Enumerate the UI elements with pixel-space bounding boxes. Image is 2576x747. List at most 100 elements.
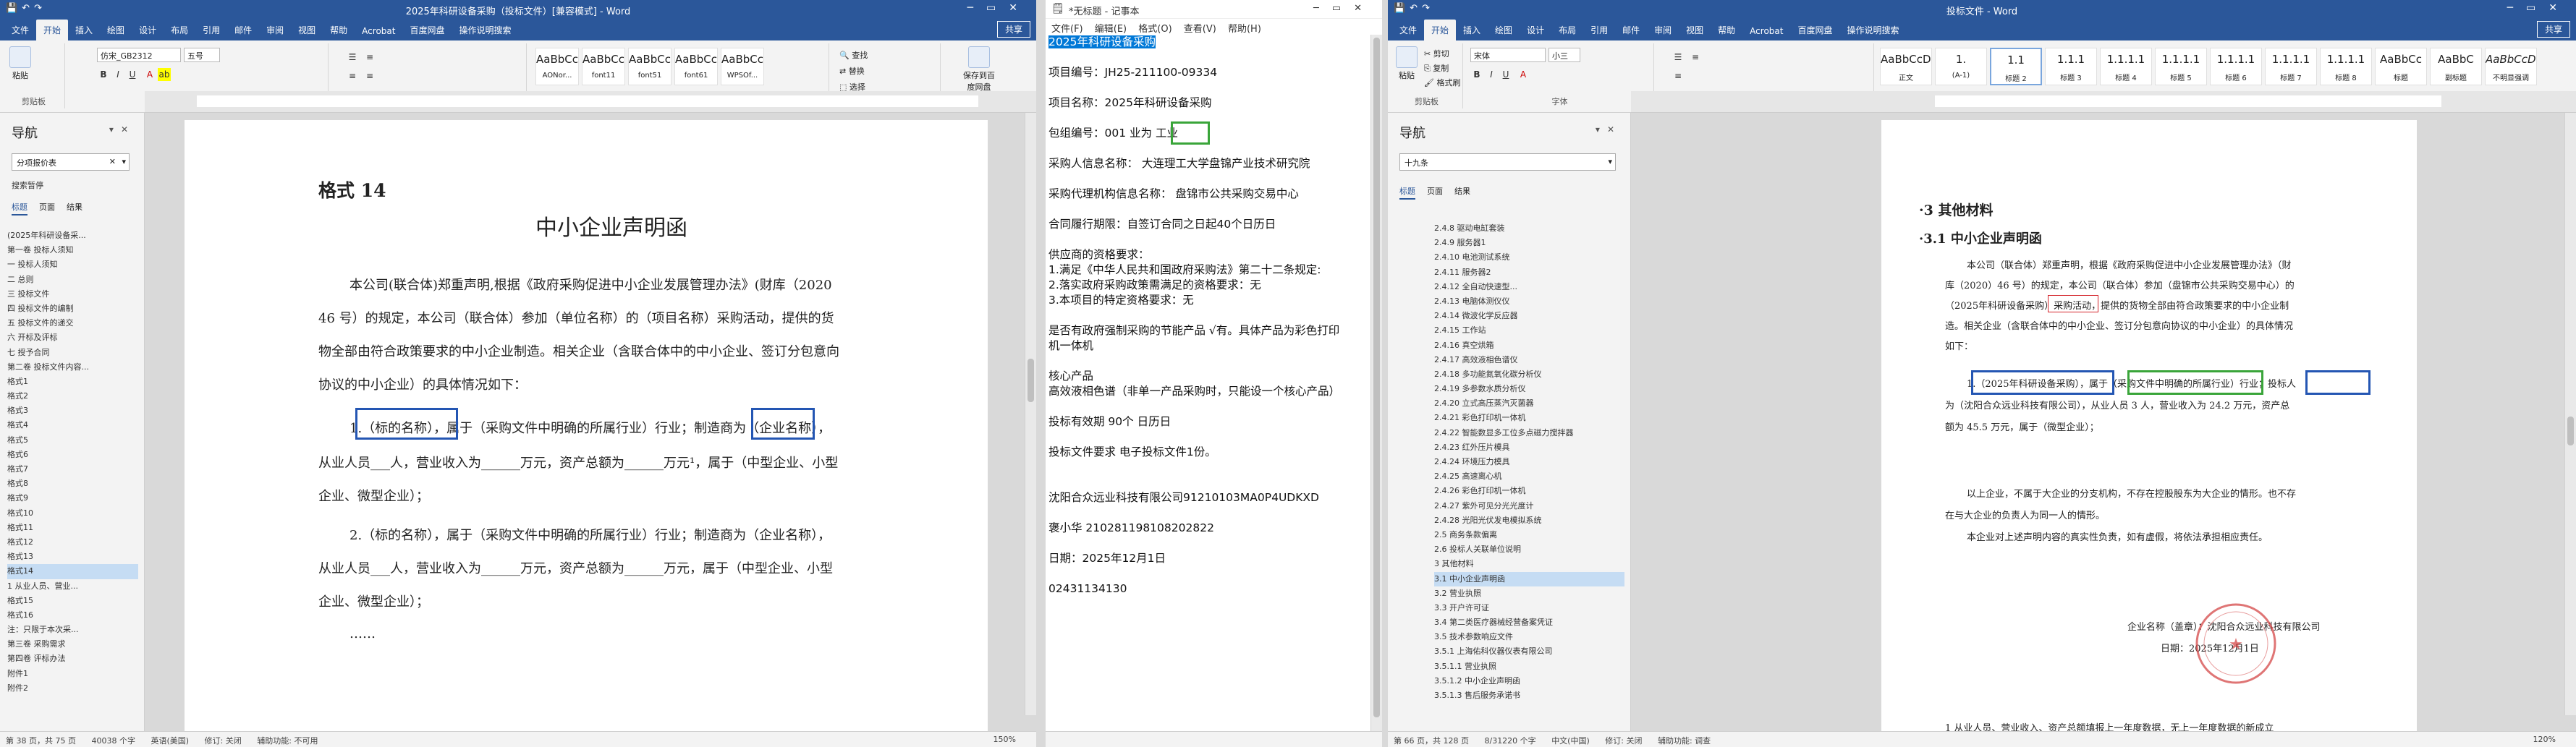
nav-heading-item[interactable]: 格式8 [7, 477, 138, 491]
page-count[interactable]: 第 38 页，共 75 页 [6, 736, 76, 746]
accessibility[interactable]: 辅助功能: 调查 [1658, 736, 1711, 746]
share-button[interactable]: 共享 [996, 21, 1030, 38]
style-item-selected[interactable]: 1.1 标题 2 [1990, 48, 2042, 85]
nav-heading-item[interactable]: 2.4.22 智能数显多工位多点磁力搅拌器 [1434, 426, 1624, 440]
tab-references[interactable]: 引用 [195, 20, 227, 40]
nav-heading-item[interactable]: 格式2 [7, 389, 138, 404]
numbering-button[interactable]: ≡ [363, 51, 376, 64]
nav-heading-item[interactable]: 格式3 [7, 404, 138, 418]
underline-button[interactable]: U [126, 68, 139, 81]
bullets-button[interactable]: ☰ [1672, 51, 1685, 64]
nav-heading-item[interactable]: 六 开标及评标 [7, 330, 138, 345]
tab-help[interactable]: 帮助 [323, 20, 355, 40]
nav-heading-item[interactable]: 3.5.1 上海佑科仪器仪表有限公司 [1434, 644, 1624, 659]
nav-search-input[interactable]: 分项报价表 ✕ ▾ [12, 153, 130, 171]
style-item[interactable]: 1.1.1.1 标题 4 [2100, 48, 2152, 85]
nav-heading-item[interactable]: 格式12 [7, 535, 138, 550]
nav-heading-item[interactable]: 格式7 [7, 462, 138, 477]
menu-file[interactable]: 文件(F) [1051, 24, 1083, 35]
tab-references[interactable]: 引用 [1583, 20, 1615, 40]
highlight-button[interactable]: ab [158, 68, 171, 81]
chevron-down-icon[interactable]: ▾ [122, 157, 126, 166]
word-count[interactable]: 8/31220 个字 [1484, 736, 1535, 746]
window-controls[interactable]: ─▭✕ [967, 2, 1030, 14]
tab-file[interactable]: 文件 [1392, 20, 1424, 40]
nav-heading-item[interactable]: 2.4.8 驱动电缸套装 [1434, 221, 1624, 236]
nav-tab-headings[interactable]: 标题 [1399, 185, 1415, 200]
zoom-level[interactable]: 120% [2533, 735, 2556, 744]
tab-review[interactable]: 审阅 [259, 20, 291, 40]
style-item[interactable]: AaBbCcDdfont11 [582, 48, 625, 85]
track-changes[interactable]: 修订: 关闭 [1605, 736, 1642, 746]
underline-button[interactable]: U [1499, 68, 1512, 81]
horizontal-ruler[interactable] [1631, 91, 2576, 113]
nav-heading-item[interactable]: 2.4.21 彩色打印机一体机 [1434, 411, 1624, 425]
bullets-button[interactable]: ☰ [346, 51, 359, 64]
menu-format[interactable]: 格式(O) [1138, 24, 1172, 35]
nav-heading-item[interactable]: 2.5 商务条款偏离 [1434, 528, 1624, 542]
tab-draw[interactable]: 绘图 [100, 20, 132, 40]
nav-heading-item[interactable]: (2025年科研设备采... [7, 229, 138, 243]
nav-heading-item[interactable]: 格式9 [7, 491, 138, 505]
style-item[interactable]: 1.1.1.1 标题 5 [2155, 48, 2207, 85]
tab-baidu[interactable]: 百度网盘 [402, 20, 452, 40]
nav-heading-item[interactable]: 四 投标文件的编制 [7, 302, 138, 316]
nav-pane-controls[interactable]: ▾✕ [109, 124, 135, 135]
menu-help[interactable]: 帮助(H) [1228, 24, 1261, 35]
nav-heading-item-selected[interactable]: 格式14 [7, 564, 138, 579]
tab-insert[interactable]: 插入 [1456, 20, 1488, 40]
font-color-button[interactable]: A [1517, 68, 1530, 81]
replace-button[interactable]: ⇄ 替换 [839, 65, 865, 77]
nav-heading-item[interactable]: 3.2 营业执照 [1434, 586, 1624, 601]
nav-heading-item[interactable]: 3.5 技术参数响应文件 [1434, 630, 1624, 644]
cut-button[interactable]: ✂ 剪切 [1424, 48, 1449, 59]
tab-layout[interactable]: 布局 [164, 20, 195, 40]
format-painter-button[interactable]: 🖌 格式刷 [1424, 77, 1460, 88]
bold-button[interactable]: B [1470, 68, 1483, 81]
nav-heading-item[interactable]: 五 投标文件的递交 [7, 316, 138, 330]
document-page[interactable]: 格式 14 中小企业声明函 本公司(联合体)郑重声明,根据《政府采购促进中小企业… [185, 120, 988, 731]
font-name-select[interactable]: 宋体 [1470, 48, 1546, 62]
style-item[interactable]: AaBbCcDd正文 [1880, 48, 1932, 85]
paste-button[interactable]: 粘贴 [6, 46, 35, 81]
style-item[interactable]: 1.1.1.1 标题 6 [2210, 48, 2262, 85]
nav-heading-item[interactable]: 第一卷 投标人须知 [7, 243, 138, 257]
nav-heading-item-selected[interactable]: 3.1 中小企业声明函 [1434, 571, 1624, 586]
word-count[interactable]: 40038 个字 [91, 736, 135, 746]
nav-heading-item[interactable]: 2.4.25 高速离心机 [1434, 469, 1624, 484]
nav-heading-item[interactable]: 三 投标文件 [7, 287, 138, 302]
track-changes[interactable]: 修订: 关闭 [205, 736, 242, 746]
tab-review[interactable]: 审阅 [1647, 20, 1679, 40]
tab-design[interactable]: 设计 [132, 20, 164, 40]
tab-help[interactable]: 帮助 [1711, 20, 1742, 40]
copy-button[interactable]: ⎘ 复制 [1424, 62, 1449, 74]
style-item[interactable]: AaBbC 副标题 [2430, 48, 2482, 85]
tab-view[interactable]: 视图 [1679, 20, 1711, 40]
nav-heading-item[interactable]: 二 总则 [7, 273, 138, 287]
nav-heading-item[interactable]: 格式6 [7, 448, 138, 462]
align-center-button[interactable]: ≡ [363, 69, 376, 82]
window-controls[interactable]: ─▭✕ [1313, 3, 1375, 14]
share-button[interactable]: 共享 [2536, 21, 2570, 38]
nav-heading-item[interactable]: 2.4.20 立式高压蒸汽灭菌器 [1434, 396, 1624, 411]
nav-heading-item[interactable]: 格式5 [7, 433, 138, 448]
language[interactable]: 英语(美国) [151, 736, 189, 746]
nav-heading-item[interactable]: 2.4.24 环境压力模具 [1434, 455, 1624, 469]
horizontal-ruler[interactable] [145, 91, 1036, 113]
tab-home[interactable]: 开始 [1424, 20, 1457, 40]
nav-search-input[interactable]: 十九条 ▾ [1399, 153, 1616, 171]
tell-me-search[interactable]: 操作说明搜索 [452, 20, 518, 40]
nav-heading-item[interactable]: 格式13 [7, 550, 138, 564]
nav-heading-item[interactable]: 3.5.1.3 售后服务承诺书 [1434, 688, 1624, 703]
tell-me-search[interactable]: 操作说明搜索 [1839, 20, 1906, 40]
nav-heading-item[interactable]: 七 授予合同 [7, 346, 138, 360]
nav-tab-pages[interactable]: 页面 [1427, 185, 1443, 200]
tab-mailings[interactable]: 邮件 [227, 20, 259, 40]
nav-heading-item[interactable]: 第三卷 采购需求 [7, 637, 138, 652]
nav-heading-item[interactable]: 3.4 第二类医疗器械经营备案凭证 [1434, 615, 1624, 630]
font-size-select[interactable]: 小三 [1548, 48, 1580, 62]
tab-baidu[interactable]: 百度网盘 [1790, 20, 1839, 40]
nav-heading-item[interactable]: 3 其他材料 [1434, 557, 1624, 571]
font-name-select[interactable]: 仿宋_GB2312 [97, 48, 181, 62]
style-item[interactable]: 1.1.1.1 标题 7 [2265, 48, 2317, 85]
